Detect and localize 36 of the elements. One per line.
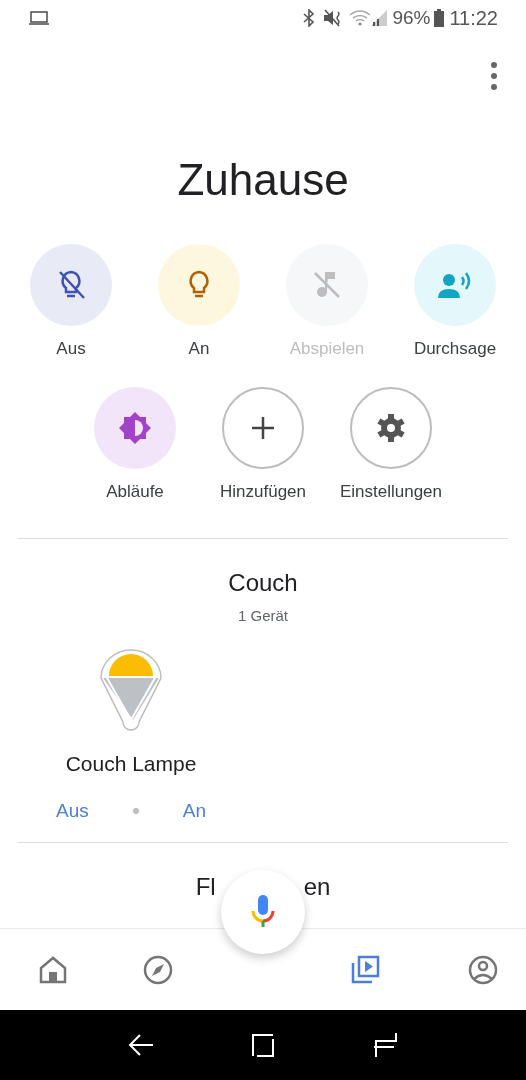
off-link[interactable]: Aus bbox=[56, 797, 89, 826]
room-title-start: Fl bbox=[195, 871, 216, 902]
home-icon bbox=[38, 955, 67, 984]
room-title-end: en bbox=[303, 871, 331, 902]
media-icon bbox=[350, 954, 380, 985]
action-label: Durchsage bbox=[413, 338, 497, 360]
plus-icon bbox=[252, 416, 274, 439]
wifi-icon bbox=[349, 10, 372, 26]
action-label: Abspielen bbox=[289, 338, 365, 360]
laptop-icon bbox=[28, 10, 50, 26]
action-label: Aus bbox=[56, 338, 86, 360]
action-label: Hinzufügen bbox=[220, 480, 306, 503]
room-title: Couch bbox=[228, 568, 298, 598]
routine-icon bbox=[118, 410, 152, 445]
clock: 11:22 bbox=[449, 6, 498, 31]
on-link[interactable]: An bbox=[182, 797, 206, 826]
device-name: Couch Lampe bbox=[65, 750, 197, 777]
home-title: Zuhause bbox=[177, 154, 349, 206]
music-off-icon bbox=[313, 271, 341, 299]
signal-icon bbox=[371, 10, 388, 26]
battery-percent: 96% bbox=[392, 5, 431, 30]
action-label: Einstellungen bbox=[339, 480, 443, 503]
recents-icon[interactable] bbox=[372, 1032, 398, 1058]
action-label: An bbox=[188, 338, 210, 360]
action-label: Abläufe bbox=[106, 480, 164, 503]
battery-icon bbox=[434, 9, 445, 27]
compass-icon bbox=[142, 954, 173, 985]
mic-button[interactable] bbox=[221, 870, 305, 954]
back-icon[interactable] bbox=[128, 1032, 154, 1058]
device-count: 1 Gerät bbox=[238, 606, 288, 626]
bluetooth-icon bbox=[303, 9, 316, 27]
settings-icon bbox=[376, 412, 406, 443]
bulb-off-icon bbox=[56, 269, 86, 301]
account-icon bbox=[468, 954, 498, 985]
microphone-icon bbox=[251, 895, 275, 929]
announce-icon bbox=[438, 271, 472, 299]
